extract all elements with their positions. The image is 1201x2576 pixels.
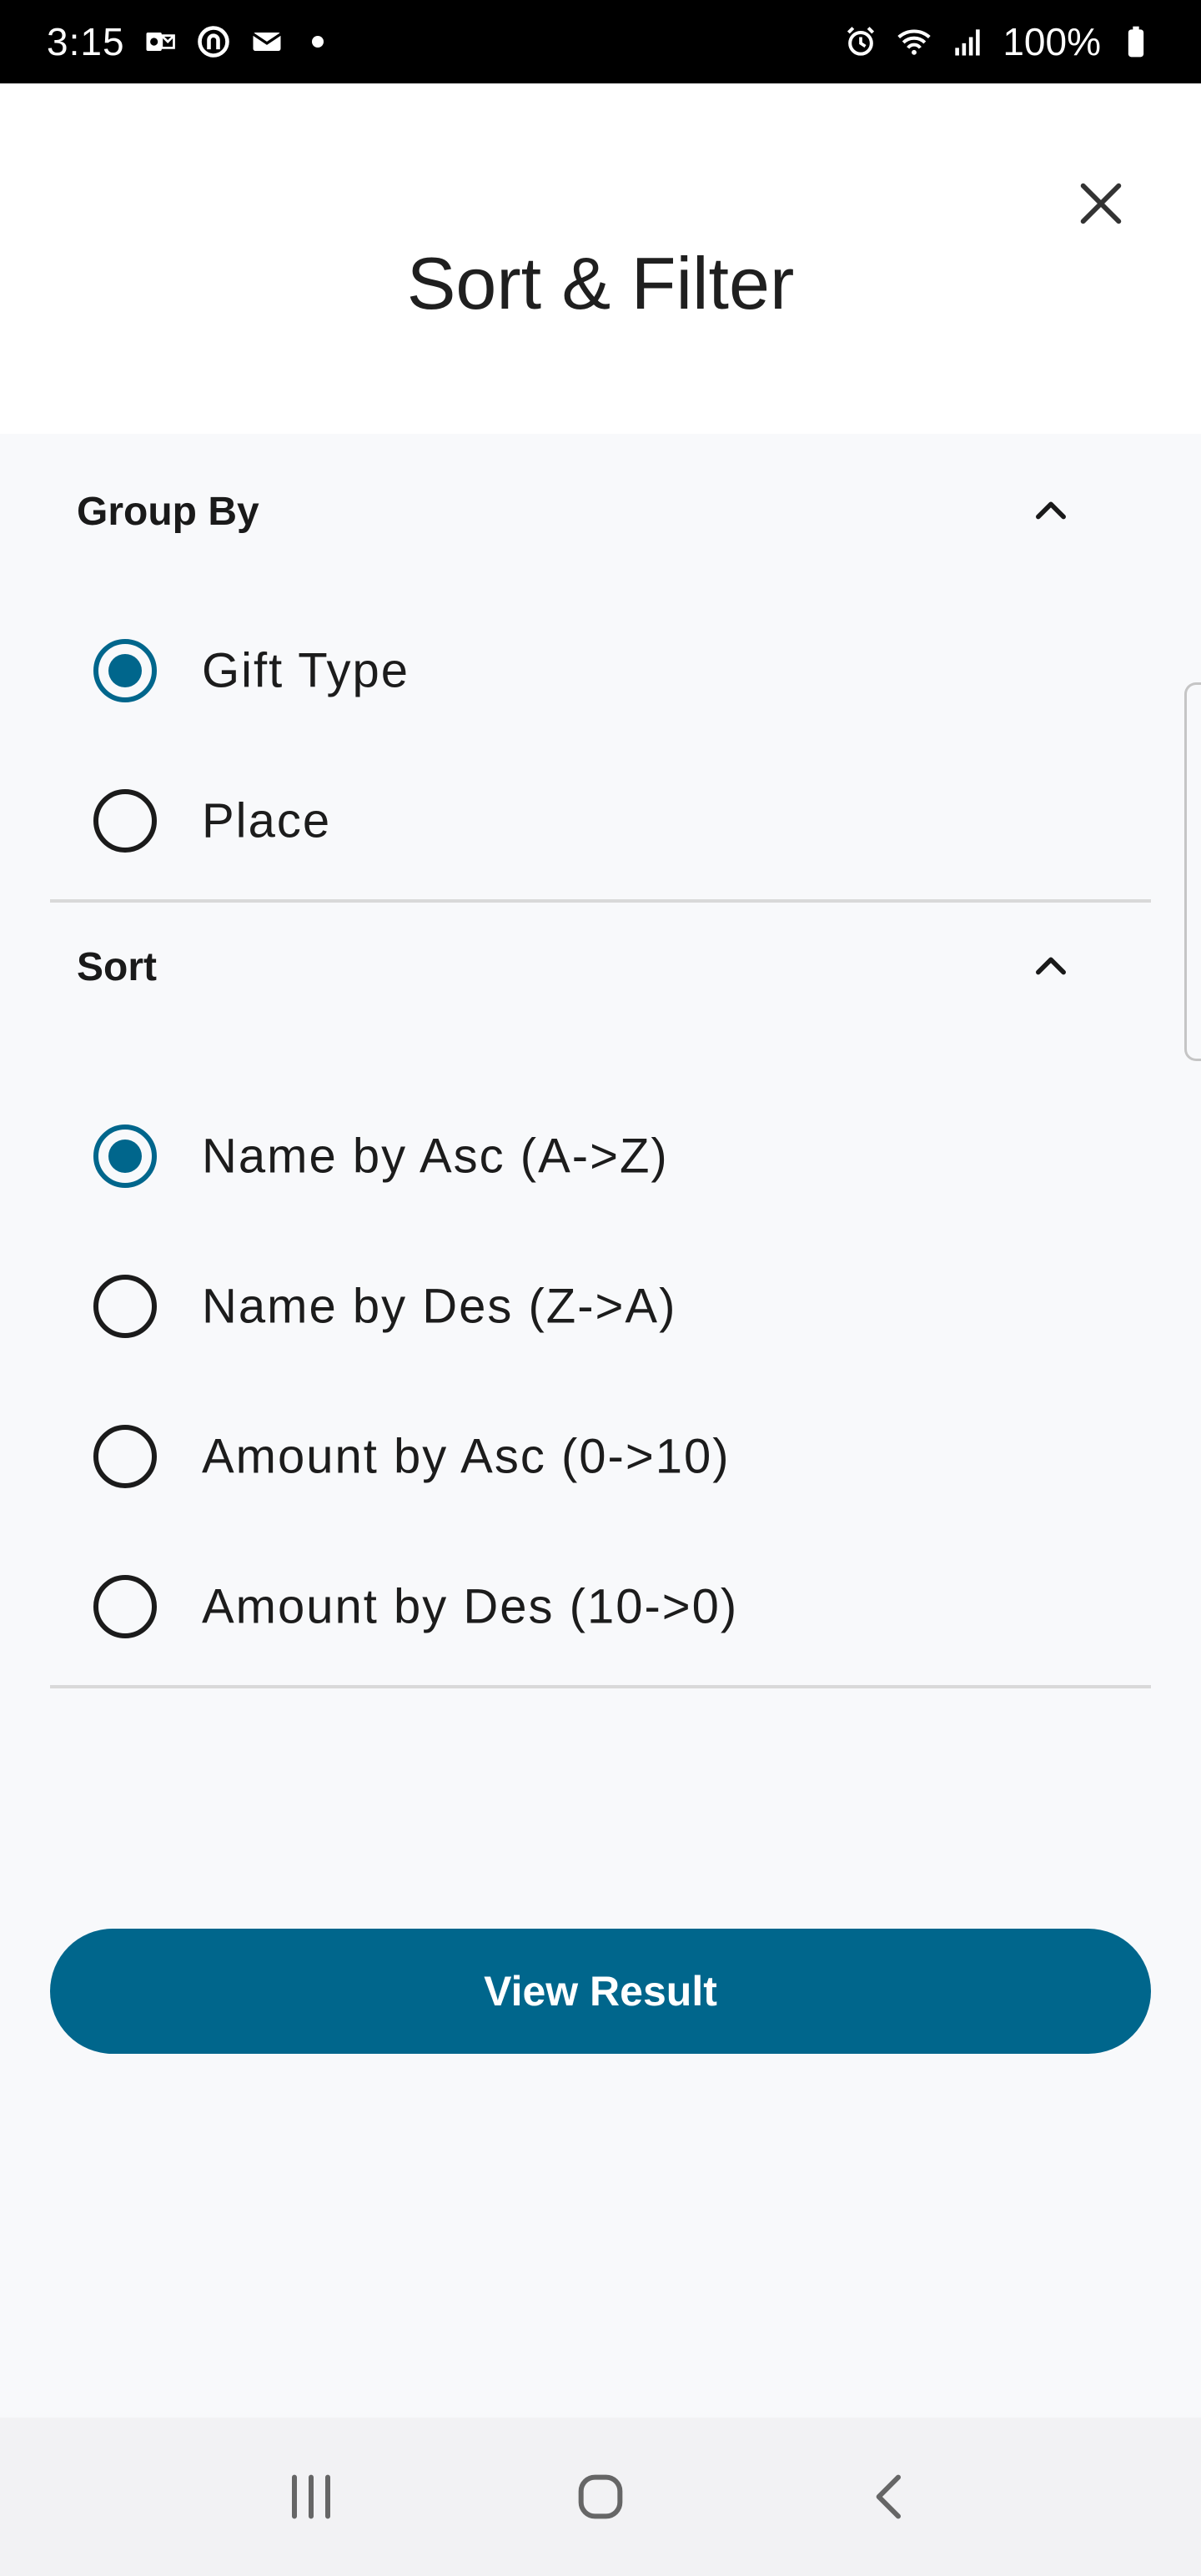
option-label: Gift Type <box>202 643 410 698</box>
chevron-up-icon[interactable] <box>1026 486 1076 536</box>
sheet-header: Sort & Filter <box>0 83 1201 434</box>
signal-icon <box>949 23 986 60</box>
radio-button[interactable] <box>93 1575 157 1638</box>
group-by-header[interactable]: Group By <box>0 434 1201 589</box>
group-by-option-place[interactable]: Place <box>0 746 1201 896</box>
divider <box>50 1685 1151 1688</box>
radio-button[interactable] <box>93 789 157 853</box>
page-title: Sort & Filter <box>406 242 795 325</box>
radio-button[interactable] <box>93 1275 157 1338</box>
battery-percent: 100% <box>1003 20 1101 63</box>
recent-apps-icon <box>292 2474 331 2519</box>
status-left: 3:15 <box>47 19 324 64</box>
sort-option-amount-des[interactable]: Amount by Des (10->0) <box>0 1532 1201 1682</box>
option-label: Amount by Asc (0->10) <box>202 1429 731 1484</box>
sort-option-name-des[interactable]: Name by Des (Z->A) <box>0 1231 1201 1381</box>
recent-apps-button[interactable] <box>261 2447 361 2547</box>
close-icon <box>1080 183 1122 224</box>
radio-button[interactable] <box>93 1425 157 1488</box>
sort-header[interactable]: Sort <box>0 903 1201 1031</box>
filter-content: Group By Gift Type Place Sort Name by As… <box>0 434 1201 1688</box>
more-notifications-dot-icon <box>311 36 324 48</box>
view-result-button[interactable]: View Result <box>50 1929 1151 2054</box>
sort-option-amount-asc[interactable]: Amount by Asc (0->10) <box>0 1381 1201 1532</box>
sort-section: Sort Name by Asc (A->Z) Name by Des (Z->… <box>0 903 1201 1688</box>
radio-button-selected[interactable] <box>93 1124 157 1188</box>
battery-icon <box>1118 23 1154 60</box>
status-right: 100% <box>842 19 1154 64</box>
close-button[interactable] <box>1051 153 1151 254</box>
alarm-icon <box>842 23 879 60</box>
system-navigation-bar <box>0 2418 1201 2576</box>
group-by-section: Group By Gift Type Place <box>0 434 1201 903</box>
back-icon <box>876 2474 901 2519</box>
option-label: Amount by Des (10->0) <box>202 1579 739 1634</box>
chevron-up-icon[interactable] <box>1026 942 1076 992</box>
wifi-icon <box>896 23 932 60</box>
status-time: 3:15 <box>47 20 125 63</box>
status-bar: 3:15 100% <box>0 0 1201 83</box>
outlook-icon <box>142 23 178 60</box>
radio-button-selected[interactable] <box>93 639 157 702</box>
mail-icon <box>249 23 285 60</box>
sort-title: Sort <box>77 944 157 989</box>
sort-option-name-asc[interactable]: Name by Asc (A->Z) <box>0 1081 1201 1231</box>
option-label: Name by Des (Z->A) <box>202 1279 677 1334</box>
home-icon <box>578 2474 623 2519</box>
group-by-option-gift-type[interactable]: Gift Type <box>0 596 1201 746</box>
back-button[interactable] <box>840 2447 940 2547</box>
home-button[interactable] <box>550 2447 651 2547</box>
option-label: Name by Asc (A->Z) <box>202 1129 669 1184</box>
app-notification-icon <box>195 23 232 60</box>
group-by-title: Group By <box>77 489 259 534</box>
option-label: Place <box>202 793 332 848</box>
